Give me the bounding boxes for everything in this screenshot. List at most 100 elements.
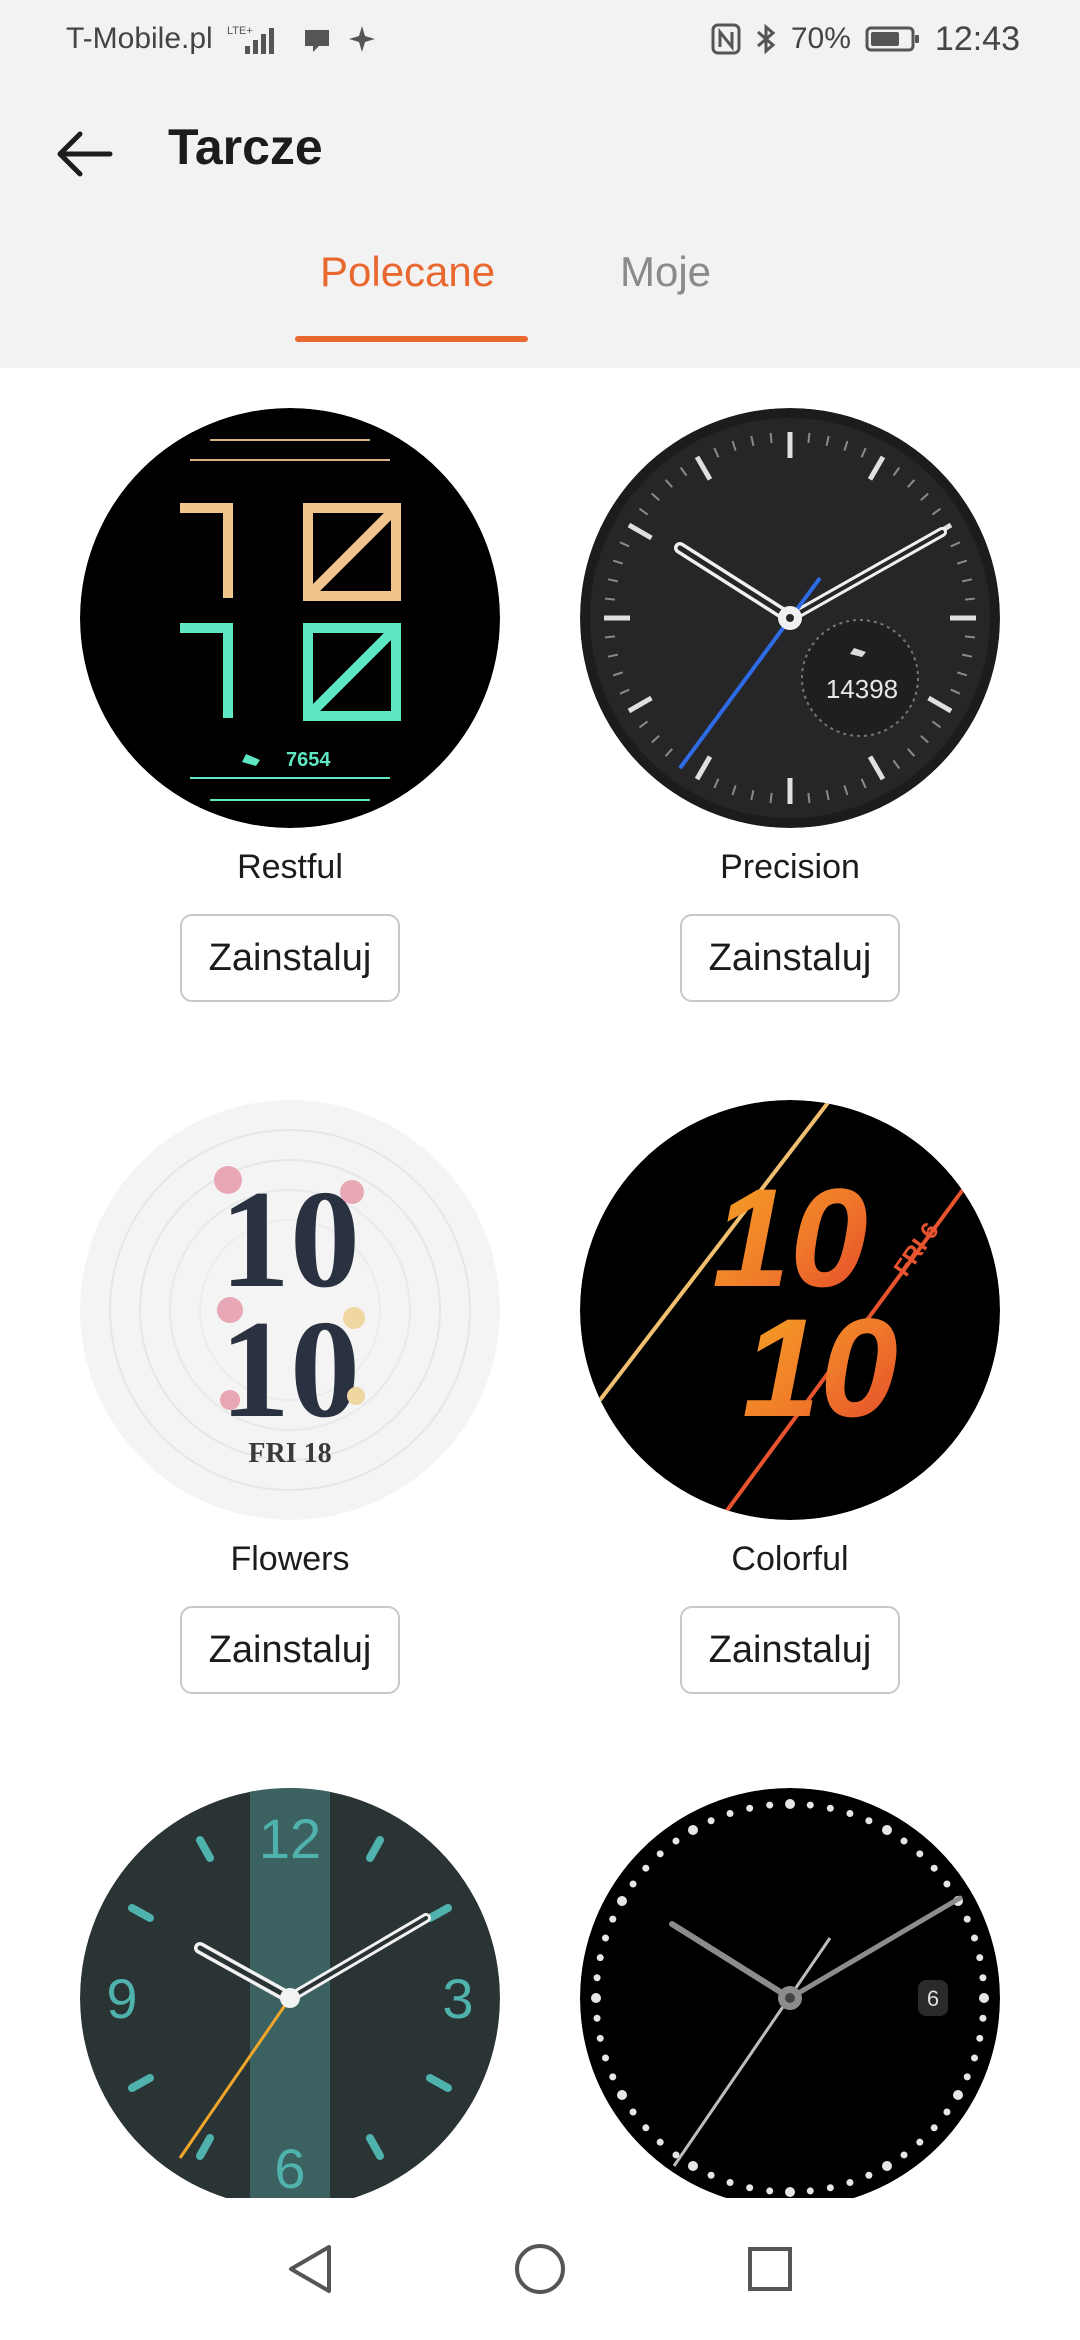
battery-percent: 70% (790, 22, 851, 55)
dial-dot (616, 2090, 627, 2100)
dial-dot (596, 2034, 604, 2042)
dial-dot (916, 2138, 924, 2146)
precision-tick (604, 635, 616, 639)
dial-dot (979, 1993, 989, 2003)
nav-home-button[interactable] (505, 2234, 575, 2304)
dial-dot (629, 2108, 637, 2116)
dial-dot (785, 1799, 795, 1809)
dial-dot (846, 1809, 854, 1817)
dial-dot (746, 1804, 754, 1812)
clock: 12:43 (934, 19, 1020, 58)
dial-dot (766, 1801, 774, 1809)
watch-face-grid: 7654 Restful Zainstaluj 14398 Precision … (0, 368, 1080, 2198)
dial-dot (593, 2014, 601, 2022)
dial-dot (707, 1817, 715, 1825)
dial-dot (846, 2179, 854, 2187)
dial-dot (609, 1915, 617, 1923)
face-name: Precision (720, 848, 860, 886)
dial-dot (746, 2184, 754, 2192)
dial-dot (976, 2034, 984, 2042)
install-button[interactable]: Zainstaluj (680, 914, 900, 1002)
dial-dot (656, 1850, 664, 1858)
dial-dot (943, 2108, 951, 2116)
numeral-3: 3 (442, 1967, 473, 2030)
arrow-left-icon (57, 131, 113, 177)
precision-tick (807, 792, 811, 804)
face-name: Flowers (230, 1540, 350, 1578)
dial-dot (971, 1934, 979, 1942)
triangle-back-icon (289, 2245, 331, 2293)
status-left: T-Mobile.pl LTE+ (66, 22, 377, 56)
dial-dot (943, 1880, 951, 1888)
numeral-9: 9 (106, 1967, 137, 2030)
dial-dot (672, 1837, 680, 1845)
dial-dot (900, 1837, 908, 1845)
dial-dot (726, 1809, 734, 1817)
bluetooth-icon (755, 23, 777, 55)
dial-dot (826, 1804, 834, 1812)
dial-dot (916, 1850, 924, 1858)
dial-dot (688, 1824, 698, 1835)
circle-home-icon (515, 2244, 565, 2294)
precision-tick (807, 432, 811, 444)
dial-dot (882, 1824, 892, 1835)
face-preview-precision[interactable]: 14398 (580, 408, 1000, 828)
face-preview-restful[interactable]: 7654 (80, 408, 500, 828)
dial-dot (596, 1954, 604, 1962)
precision-tick (769, 432, 773, 444)
install-button[interactable]: Zainstaluj (680, 1606, 900, 1694)
dial-dot (726, 2179, 734, 2187)
sparkle-icon (347, 24, 377, 54)
carrier-label: T-Mobile.pl (66, 22, 213, 55)
dial-dot (979, 1974, 987, 1982)
dotted-date: 6 (927, 1986, 939, 2011)
dial-dot (593, 1974, 601, 1982)
cast-icon (301, 24, 333, 54)
precision-tick (964, 597, 976, 601)
tab-mine[interactable]: Moje (620, 248, 711, 296)
square-recents-icon (748, 2247, 792, 2291)
back-button[interactable] (52, 122, 116, 186)
dial-dot (865, 1817, 873, 1825)
dial-dot (953, 2090, 964, 2100)
dial-dot (601, 2054, 609, 2062)
app-bar: Tarcze Polecane Moje (0, 78, 1080, 368)
face-preview-flowers[interactable]: 10 10 FRI 18 (80, 1100, 500, 1520)
nav-back-button[interactable] (275, 2234, 345, 2304)
nav-recents-button[interactable] (735, 2234, 805, 2304)
dial-dot (963, 2073, 971, 2081)
face-name: Colorful (731, 1540, 849, 1578)
dial-dot (826, 2184, 834, 2192)
face-card-precision: 14398 Precision Zainstaluj (580, 408, 1000, 1002)
face-card-teal-analog: 12 3 6 9 (80, 1788, 500, 2198)
dial-dot (688, 2161, 698, 2172)
status-right: 70% 12:43 (711, 20, 1020, 59)
dial-dot (865, 2171, 873, 2179)
network-label: LTE+ (227, 25, 253, 37)
dial-dot (591, 1993, 601, 2003)
dial-dot (806, 1801, 814, 1809)
tab-recommended[interactable]: Polecane (320, 248, 495, 296)
face-card-flowers: 10 10 FRI 18 Flowers Zainstaluj (80, 1100, 500, 1694)
dial-dot (656, 2138, 664, 2146)
install-button[interactable]: Zainstaluj (180, 1606, 400, 1694)
dial-dot (806, 2187, 814, 2195)
dial-dot (707, 2171, 715, 2179)
dial-dot (930, 2124, 938, 2132)
face-preview-teal-analog[interactable]: 12 3 6 9 (80, 1788, 500, 2198)
precision-tick (964, 635, 976, 639)
face-card-dotted-analog: 6 (580, 1788, 1000, 2198)
dial-dot (766, 2187, 774, 2195)
dial-dot (882, 2161, 892, 2172)
face-preview-colorful[interactable]: 10 10 FRI 6 (580, 1100, 1000, 1520)
dial-dot (601, 1934, 609, 1942)
dial-dot (900, 2151, 908, 2159)
face-preview-dotted-analog[interactable]: 6 (580, 1788, 1000, 2198)
numeral-12: 12 (259, 1807, 321, 1870)
face-name: Restful (237, 848, 343, 886)
nfc-icon (711, 23, 741, 55)
install-button[interactable]: Zainstaluj (180, 914, 400, 1002)
signal-icon: LTE+ (227, 22, 287, 56)
face-card-restful: 7654 Restful Zainstaluj (80, 408, 500, 1002)
dial-dot (979, 2014, 987, 2022)
